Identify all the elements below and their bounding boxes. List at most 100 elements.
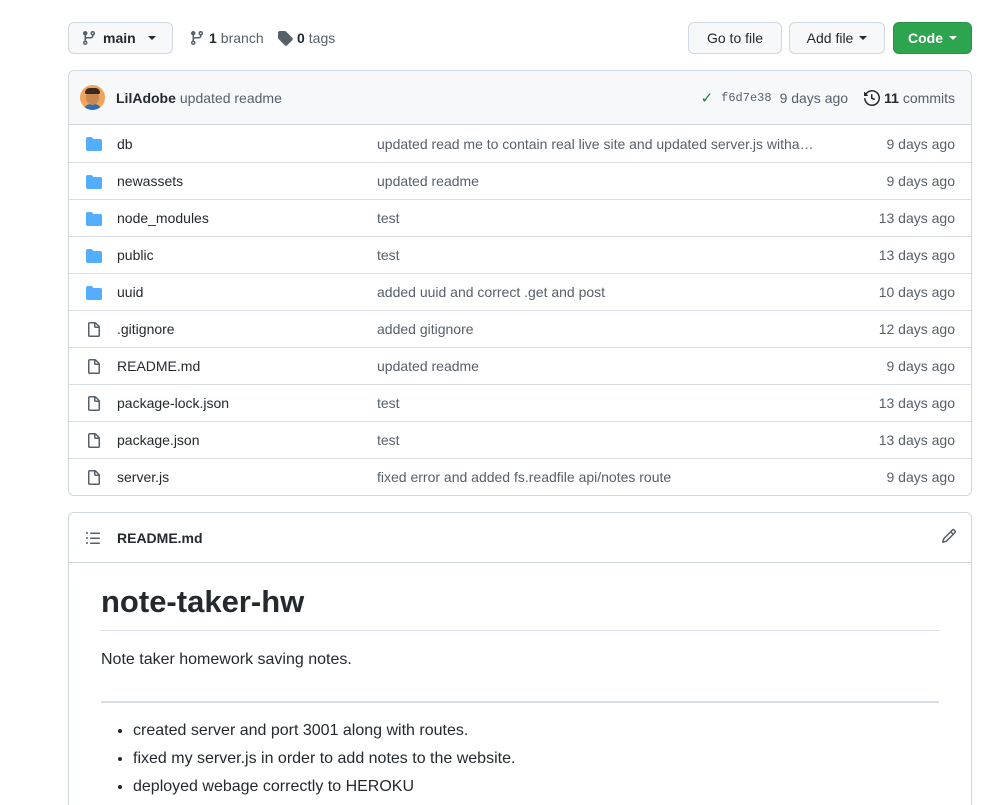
file-icon (88, 470, 100, 485)
branch-label: branch (220, 30, 264, 46)
file-type-icon (85, 211, 103, 227)
divider (101, 701, 939, 703)
folder-icon (86, 212, 102, 226)
folder-icon (86, 137, 102, 151)
git-branch-icon (190, 31, 203, 46)
go-to-file-button[interactable]: Go to file (688, 22, 782, 54)
branch-count: 1 (209, 30, 217, 46)
file-icon (88, 359, 100, 374)
file-type-icon (85, 470, 103, 486)
readme-panel: README.md note-taker-hw Note taker homew… (68, 512, 972, 805)
git-branch-icon (82, 31, 95, 46)
file-row[interactable]: package-lock.json test 13 days ago (69, 384, 971, 421)
check-icon[interactable]: ✓ (701, 89, 714, 107)
file-name-link[interactable]: uuid (117, 284, 143, 300)
file-name-link[interactable]: package.json (117, 432, 200, 448)
file-type-icon (85, 359, 103, 375)
file-name-link[interactable]: public (117, 247, 154, 263)
file-row[interactable]: newassets updated readme 9 days ago (69, 162, 971, 199)
add-file-label: Add file (806, 30, 854, 46)
readme-title-link[interactable]: README.md (117, 530, 203, 546)
repo-toolbar: main 1 branch 0 tags Go to file Add file… (68, 22, 972, 54)
caret-down-icon (147, 36, 156, 40)
file-commit-message-link[interactable]: test (377, 432, 817, 448)
file-name-link[interactable]: server.js (117, 469, 169, 485)
file-name-link[interactable]: README.md (117, 358, 200, 374)
file-row[interactable]: node_modules test 13 days ago (69, 199, 971, 236)
file-type-icon (85, 322, 103, 338)
tag-label: tags (308, 30, 336, 46)
file-commit-message-link[interactable]: test (377, 395, 817, 411)
caret-down-icon (859, 36, 868, 40)
file-commit-age: 12 days ago (878, 321, 955, 337)
file-name-link[interactable]: .gitignore (117, 321, 175, 337)
commit-message-link[interactable]: updated readme (180, 90, 282, 106)
pencil-icon[interactable] (941, 528, 957, 544)
tag-count: 0 (297, 30, 305, 46)
branches-link[interactable]: 1 branch (189, 22, 264, 54)
file-commit-message-link[interactable]: fixed error and added fs.readfile api/no… (377, 469, 817, 485)
folder-icon (86, 249, 102, 263)
list-unordered-icon[interactable] (85, 530, 101, 546)
avatar[interactable] (80, 85, 105, 110)
file-list: db updated read me to contain real live s… (69, 125, 971, 495)
file-commit-message-link[interactable]: test (377, 210, 817, 226)
readme-heading: note-taker-hw (101, 584, 939, 631)
tag-icon (278, 31, 293, 46)
file-commit-age: 13 days ago (878, 395, 955, 411)
file-commit-message-link[interactable]: added uuid and correct .get and post (377, 284, 817, 300)
file-name-link[interactable]: db (117, 136, 133, 152)
file-type-icon (85, 396, 103, 412)
caret-down-icon (949, 36, 957, 40)
file-icon (88, 322, 100, 337)
file-commit-age: 13 days ago (878, 432, 955, 448)
file-name-link[interactable]: node_modules (117, 210, 209, 226)
list-item: fixed my server.js in order to add notes… (133, 748, 939, 776)
file-row[interactable]: package.json test 13 days ago (69, 421, 971, 458)
file-commit-message-link[interactable]: updated readme (377, 173, 817, 189)
file-icon (88, 433, 100, 448)
file-type-icon (85, 136, 103, 152)
branch-select-button[interactable]: main (68, 22, 173, 54)
commit-sha-link[interactable]: f6d7e38 (721, 91, 771, 105)
file-commit-message-link[interactable]: test (377, 247, 817, 263)
file-row[interactable]: server.js fixed error and added fs.readfi… (69, 458, 971, 495)
tags-link[interactable]: 0 tags (277, 22, 335, 54)
commit-count: 11 (884, 90, 899, 106)
history-icon (864, 90, 880, 106)
commit-meta: ✓ f6d7e38 9 days ago 11 commits (701, 71, 955, 125)
list-item: created server and port 3001 along with … (133, 720, 939, 748)
file-row[interactable]: db updated read me to contain real live s… (69, 125, 971, 162)
readme-description: Note taker homework saving notes. (101, 651, 352, 668)
file-type-icon (85, 285, 103, 301)
file-type-icon (85, 433, 103, 449)
folder-icon (86, 286, 102, 300)
commit-label: commits (902, 90, 955, 106)
file-icon (88, 396, 100, 411)
file-browser: LilAdobe updated readme ✓ f6d7e38 9 days… (68, 70, 972, 496)
commit-author-link[interactable]: LilAdobe (116, 90, 176, 106)
file-row[interactable]: uuid added uuid and correct .get and post… (69, 273, 971, 310)
file-type-icon (85, 248, 103, 264)
file-name-link[interactable]: package-lock.json (117, 395, 229, 411)
file-commit-message-link[interactable]: added gitignore (377, 321, 817, 337)
file-commit-age: 9 days ago (886, 469, 956, 485)
add-file-button[interactable]: Add file (789, 22, 885, 54)
file-commit-age: 13 days ago (878, 247, 955, 263)
readme-header: README.md (69, 513, 971, 563)
file-commit-age: 9 days ago (886, 135, 956, 152)
commits-history-link[interactable]: 11 commits (864, 90, 955, 106)
list-item: deployed webage correctly to HEROKU (133, 776, 939, 804)
commit-time: 9 days ago (779, 90, 849, 106)
file-name-link[interactable]: newassets (117, 173, 183, 189)
file-commit-age: 10 days ago (878, 284, 955, 300)
file-row[interactable]: README.md updated readme 9 days ago (69, 347, 971, 384)
file-row[interactable]: .gitignore added gitignore 12 days ago (69, 310, 971, 347)
code-button[interactable]: Code (893, 22, 972, 54)
file-row[interactable]: public test 13 days ago (69, 236, 971, 273)
folder-icon (86, 175, 102, 189)
file-commit-age: 9 days ago (886, 358, 956, 374)
file-commit-message-link[interactable]: updated readme (377, 358, 817, 374)
branch-name: main (103, 30, 136, 46)
file-commit-message-link[interactable]: updated read me to contain real live sit… (377, 136, 817, 152)
